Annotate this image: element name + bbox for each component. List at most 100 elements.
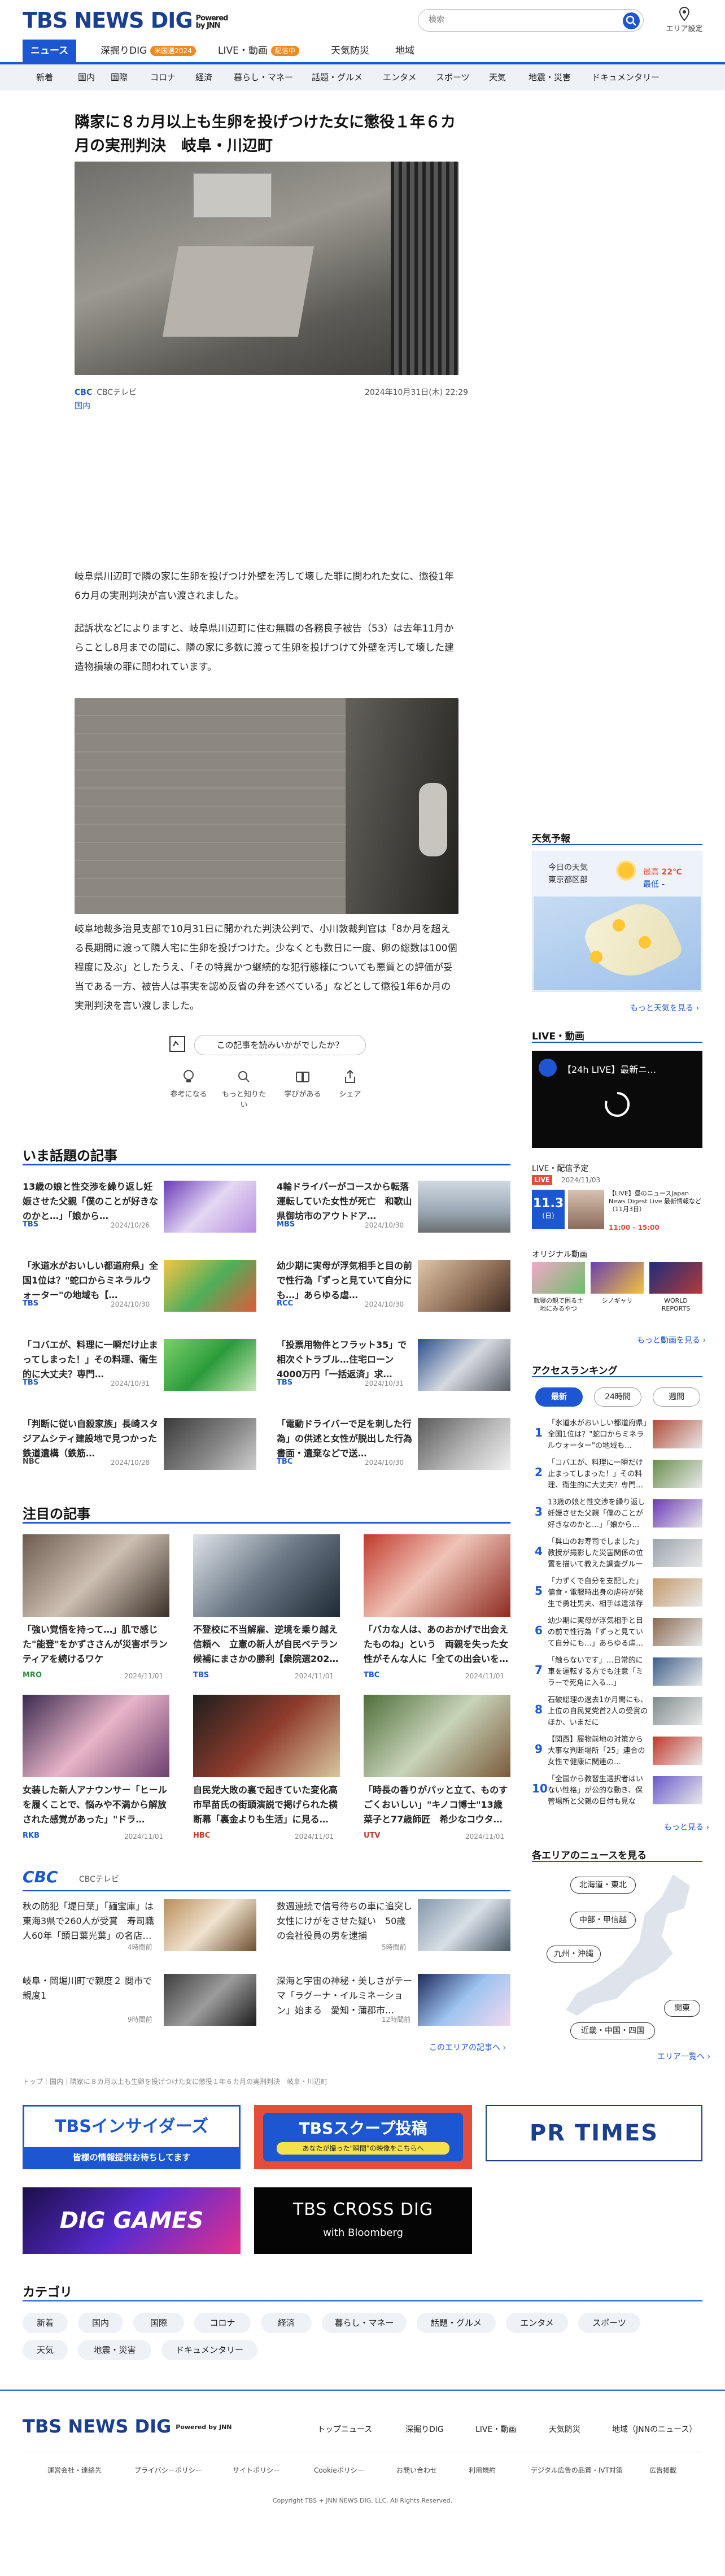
category-tab[interactable]: 地震・災害 <box>529 64 571 90</box>
nav-tab-news[interactable]: ニュース <box>23 40 77 62</box>
category-chip[interactable]: 国内 <box>78 2313 123 2333</box>
original-video-thumb[interactable] <box>532 1262 585 1294</box>
local-item-thumb[interactable] <box>418 1974 510 2026</box>
area-setting-button[interactable]: エリア設定 <box>664 7 705 34</box>
ranking-item-thumb[interactable] <box>653 1697 702 1725</box>
footer-link[interactable]: 天気防災 <box>549 2423 580 2435</box>
ranking-item-thumb[interactable] <box>653 1539 702 1567</box>
ranking-tab-24h[interactable]: 24時間 <box>594 1387 641 1407</box>
popular-item-title[interactable]: 幼少期に実母が浮気相手と目の前で性行為「ずっと見ていて自分にも…」あらゆる虐… <box>277 1259 412 1303</box>
local-item-title[interactable]: 岐阜・岡堀川町で親度２ 閲市で親度1 <box>23 1974 158 2003</box>
footer-link[interactable]: トップニュース <box>317 2423 372 2435</box>
popular-item-title[interactable]: 「コバエが、料理に一瞬だけ止まってしまった！」その料理、衛生的に大丈夫？専門… <box>23 1338 158 1382</box>
banner-insiders[interactable]: TBSインサイダーズ 皆様の情報提供お待ちしてます <box>23 2105 241 2169</box>
category-tab[interactable]: 新着 <box>36 64 53 90</box>
weather-widget[interactable]: 今日の天気 東京都区部 最高 22℃ 最低 - <box>532 851 702 992</box>
ranking-item-thumb[interactable] <box>653 1420 702 1448</box>
popular-item-title[interactable]: 「判断に従い自殺家族」長崎スタジアムシティ建設地で見つかった鉄道遺構（鉄筋… <box>23 1417 158 1461</box>
banner-prtimes[interactable]: PR TIMES <box>486 2105 702 2161</box>
areas-more-link[interactable]: エリア一覧へ › <box>657 2051 710 2062</box>
ranking-item-thumb[interactable] <box>653 1578 702 1607</box>
popular-item-thumb[interactable] <box>164 1339 256 1391</box>
footer-sublink[interactable]: Cookieポリシー <box>314 2465 364 2475</box>
footer-link[interactable]: LIVE・動画 <box>475 2423 516 2435</box>
footer-sublink[interactable]: プライバシーポリシー <box>134 2465 202 2475</box>
feedback-prompt-button[interactable]: この記事を読みいかがでしたか？ <box>194 1035 366 1055</box>
category-chip[interactable]: 話題・グルメ <box>417 2313 496 2333</box>
popular-item-thumb[interactable] <box>164 1260 256 1312</box>
featured-item-thumb[interactable] <box>364 1534 510 1617</box>
footer-link[interactable]: 深掘りDIG <box>405 2423 444 2435</box>
category-chip[interactable]: 暮らし・マネー <box>322 2313 407 2333</box>
ranking-item-title[interactable]: 「触らないです」…日常的に車を運転する方でも注意「ミラーで死角に入る…」 <box>548 1655 648 1689</box>
banner-dig-games[interactable]: DIG GAMES <box>23 2187 241 2254</box>
ranking-tab-weekly[interactable]: 週間 <box>653 1387 700 1407</box>
popular-item-thumb[interactable] <box>418 1181 510 1233</box>
ranking-item-title[interactable]: 「呉山のお寿司でしました」教授が撮影した災害関係の位置を描いて教えた調査グループ… <box>548 1537 648 1570</box>
popular-item-thumb[interactable] <box>164 1418 256 1470</box>
local-item-thumb[interactable] <box>418 1899 510 1951</box>
weather-more-link[interactable]: もっと天気を見る › <box>630 1002 699 1013</box>
live-schedule-card[interactable]: 11.3 (日) 【LIVE】昼のニュースJapan News Digest Li… <box>532 1190 702 1237</box>
region-button-kinki[interactable]: 近畿・中国・四国 <box>570 2022 655 2039</box>
featured-item-thumb[interactable] <box>193 1534 340 1617</box>
footer-sublink[interactable]: 利用規約 <box>469 2465 496 2475</box>
featured-item-title[interactable]: 「時長の香りがパッと立て、ものすごくおいしい」"キノコ博士"13歳菜子と77歳師… <box>364 1783 510 1827</box>
footer-link[interactable]: 地域（JNNのニュース） <box>612 2423 697 2435</box>
ranking-item-title[interactable]: 「氷道水がおいしい都道府県」全国1位は？"蛇口からミネラルウォーター"の地域も… <box>548 1418 648 1452</box>
featured-item-title[interactable]: 「強い覚悟を持って…」肌で感じた"能登"をかずささんが災害ボランティアを続けるワ… <box>23 1622 169 1666</box>
popular-item-thumb[interactable] <box>418 1260 510 1312</box>
live-more-link[interactable]: もっと動画を見る › <box>637 1334 706 1346</box>
category-tab[interactable]: 国内 <box>78 64 95 90</box>
ranking-item-thumb[interactable] <box>653 1737 702 1765</box>
footer-sublink[interactable]: お問い合わせ <box>396 2465 437 2475</box>
category-chip[interactable]: 新着 <box>23 2313 68 2333</box>
featured-item-title[interactable]: 自民党大敗の裏で起きていた変化高市早苗氏の街頭演説で掲げられた横断幕「裏金よりも… <box>193 1783 340 1827</box>
category-chip[interactable]: 経済 <box>261 2313 312 2333</box>
region-button-chubu[interactable]: 中部・甲信越 <box>570 1912 636 1929</box>
reaction-learn-more[interactable]: もっと知りたい <box>221 1069 267 1109</box>
local-item-title[interactable]: 数週連続で信号待ちの車に追突し女性にけがをさせた疑い 50歳の会社役員の男を逮捕 <box>277 1899 412 1943</box>
ranking-tab-latest[interactable]: 最新 <box>535 1387 583 1407</box>
ranking-item-title[interactable]: 「力ずくで自分を支配した」偏食・電服時出身の虐待が発生で勇壮男夫、相手は違法存在… <box>548 1576 648 1610</box>
featured-item-title[interactable]: 不登校に不当解雇、逆境を乗り越え信頼へ 立憲の新人が自民ベテラン候補にまさかの勝… <box>193 1622 340 1666</box>
local-item-thumb[interactable] <box>164 1974 256 2026</box>
category-chip[interactable]: 地震・災害 <box>78 2340 151 2360</box>
category-chip[interactable]: 天気 <box>23 2340 68 2360</box>
category-chip[interactable]: ドキュメンタリー <box>161 2340 257 2360</box>
category-chip[interactable]: コロナ <box>194 2313 251 2333</box>
ranking-item-title[interactable]: 13歳の娘と性交渉を繰り返し妊娠させた父親「僕のことが好きなのかと…」「娘から… <box>548 1497 648 1531</box>
ranking-item-title[interactable]: 「全国から教習生選択者はいない性格」が公的な動き、保管場所と父親の日付も見なく… <box>548 1774 648 1808</box>
reaction-insightful[interactable]: 学びがある <box>280 1069 325 1099</box>
footer-sublink[interactable]: 運営会社・連絡先 <box>47 2465 102 2475</box>
local-more-link[interactable]: このエリアの記事へ › <box>429 2042 506 2053</box>
region-button-hokkaido-tohoku[interactable]: 北海道・東北 <box>570 1877 636 1894</box>
local-item-title[interactable]: 秋の防犯「堤日葉」「麺宝庫」は東海3県で260人が受賞 寿司職人60年「頭日葉光… <box>23 1899 158 1943</box>
category-tab[interactable]: ドキュメンタリー <box>592 64 660 90</box>
original-video-thumb[interactable] <box>591 1262 644 1294</box>
reaction-helpful[interactable]: 参考になる <box>166 1069 211 1099</box>
local-item-thumb[interactable] <box>164 1899 256 1951</box>
nav-tab-region[interactable]: 地域 <box>387 40 422 62</box>
category-chip[interactable]: 国際 <box>133 2313 184 2333</box>
ranking-item-thumb[interactable] <box>653 1499 702 1528</box>
nav-tab-dig[interactable]: 深掘りDIG 米国選2024 <box>93 40 204 62</box>
popular-item-thumb[interactable] <box>164 1181 256 1233</box>
ranking-item-thumb[interactable] <box>653 1776 702 1804</box>
article-category[interactable]: 国内 <box>75 400 90 411</box>
footer-sublink[interactable]: デジタル広告の品質・IVT対策 <box>531 2465 623 2475</box>
region-button-kyushu[interactable]: 九州・沖縄 <box>547 1946 601 1963</box>
ranking-item-thumb[interactable] <box>653 1460 702 1488</box>
search-input[interactable] <box>429 15 609 24</box>
live-video-player[interactable]: 【24h LIVE】最新ニ… <box>532 1051 702 1148</box>
popular-item-title[interactable]: 「氷道水がおいしい都道府県」全国1位は？"蛇口からミネラルウォーター"の地域も【… <box>23 1259 158 1303</box>
footer-logo[interactable]: TBS NEWS DIG Powered by JNN <box>23 2416 232 2437</box>
ranking-more-link[interactable]: もっと見る › <box>664 1821 709 1833</box>
featured-item-thumb[interactable] <box>364 1695 510 1777</box>
popular-item-title[interactable]: 「投票用物件とフラット35」で相次ぐトラブル…住宅ローン4000万円「一括返済」… <box>277 1338 412 1382</box>
category-tab[interactable]: スポーツ <box>436 64 470 90</box>
ranking-item-title[interactable]: 「コバエが、料理に一瞬だけ止まってしまった！」その料理、衛生的に大丈夫？専門… <box>548 1457 648 1491</box>
featured-item-thumb[interactable] <box>23 1695 169 1777</box>
region-button-kanto[interactable]: 関東 <box>664 2000 700 2017</box>
category-tab[interactable]: エンタメ <box>383 64 417 90</box>
